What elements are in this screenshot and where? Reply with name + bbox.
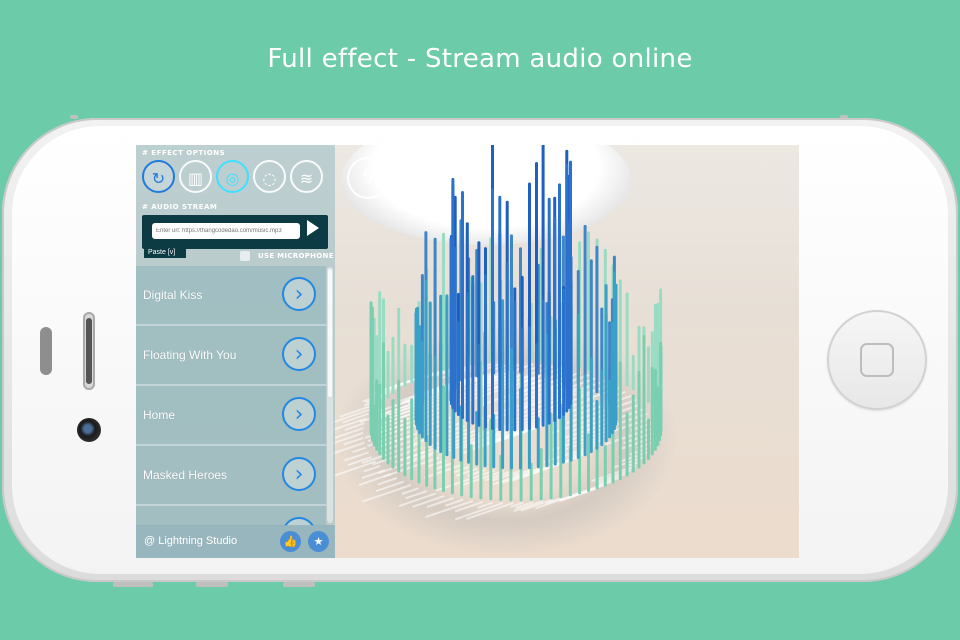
track-name: Digital Kiss [143, 288, 203, 302]
track-name: Masked Heroes [143, 468, 228, 482]
use-microphone-label: USE MICROPHONE [258, 252, 334, 260]
volume-button-3 [283, 582, 315, 587]
phone-top-button [70, 115, 78, 119]
list-item[interactable]: › [136, 506, 326, 526]
lightning-bolt-icon[interactable]: ϟ [347, 157, 389, 199]
audio-stream-title: # AUDIO STREAM [142, 203, 218, 211]
audio-stream-box [142, 215, 328, 249]
volume-button-2 [196, 582, 228, 587]
visualizer-bar-shadow [567, 401, 599, 414]
visualizer-bar-shadow [361, 442, 419, 464]
visualizer-bar-shadow [363, 464, 381, 473]
waveform-icon[interactable]: ≋ [290, 160, 323, 193]
play-icon[interactable] [307, 220, 319, 236]
visualizer-bar-shadow [352, 446, 367, 454]
list-item[interactable]: Digital Kiss › [136, 266, 326, 326]
list-item[interactable]: Masked Heroes › [136, 446, 326, 506]
chevron-right-icon[interactable]: › [282, 457, 316, 491]
visualizer-bar-shadow [426, 496, 455, 508]
use-microphone-checkbox[interactable] [240, 251, 250, 261]
url-input[interactable] [152, 223, 300, 239]
visualizer-bar-shadow [401, 487, 420, 495]
phone-speaker [83, 312, 95, 390]
target-icon[interactable]: ◎ [216, 160, 249, 193]
visualizer-bar-shadow [377, 477, 398, 486]
sidebar: # EFFECT OPTIONS ↻ ▥ ◎ ◌ ≋ # AUDIO STREA… [136, 145, 335, 558]
dotted-circle-icon[interactable]: ◌ [253, 160, 286, 193]
home-button[interactable] [827, 310, 927, 410]
volume-button [113, 582, 153, 587]
paste-button[interactable]: Paste [v] [144, 247, 186, 258]
footer-credit: @ Lightning Studio [144, 535, 238, 547]
effect-options-title: # EFFECT OPTIONS [142, 149, 226, 157]
phone-sensor [40, 327, 52, 375]
thumbs-up-icon[interactable]: 👍 [280, 531, 301, 552]
visualizer-bar-shadow [412, 494, 445, 508]
sidebar-footer: @ Lightning Studio 👍 ★ [136, 525, 335, 558]
visualizer-bar-shadow [513, 499, 544, 512]
app-screen: ϟ # EFFECT OPTIONS ↻ ▥ ◎ ◌ ≋ # AUDIO STR… [136, 145, 799, 558]
equalizer-icon[interactable]: ▥ [179, 160, 212, 193]
list-item[interactable]: Floating With You › [136, 326, 326, 386]
refresh-icon[interactable]: ↻ [142, 160, 175, 193]
track-name: Home [143, 408, 176, 422]
track-list: Digital Kiss › Floating With You › Home … [136, 266, 326, 526]
audio-visualizer [331, 145, 663, 521]
chevron-right-icon[interactable]: › [282, 337, 316, 371]
visualizer-bar-shadow [358, 473, 392, 486]
track-list-scrollbar[interactable] [327, 267, 333, 523]
star-icon[interactable]: ★ [308, 531, 329, 552]
camera-icon [77, 418, 101, 442]
list-item[interactable]: Home › [136, 386, 326, 446]
track-name: Floating With You [143, 348, 237, 362]
chevron-right-icon[interactable]: › [282, 277, 316, 311]
chevron-right-icon[interactable]: › [282, 397, 316, 431]
headline: Full effect - Stream audio online [267, 44, 693, 74]
